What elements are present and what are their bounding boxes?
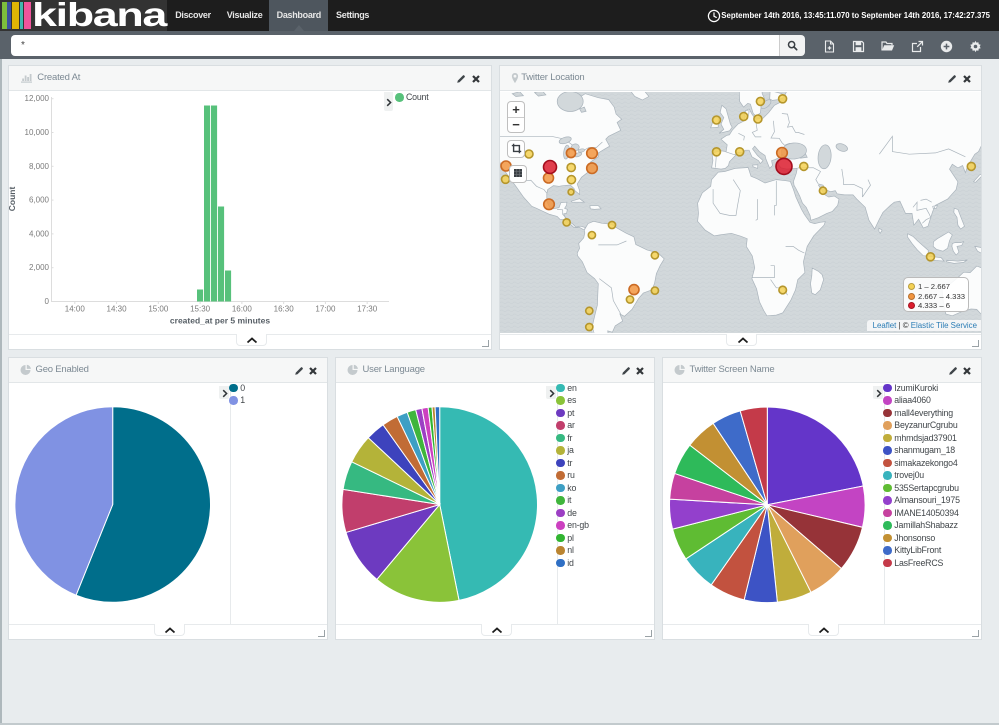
svg-text:2,000: 2,000 bbox=[29, 263, 50, 272]
svg-text:16:00: 16:00 bbox=[232, 305, 253, 314]
svg-text:0: 0 bbox=[45, 297, 50, 306]
svg-text:15:30: 15:30 bbox=[190, 305, 211, 314]
svg-text:created_at per 5 minutes: created_at per 5 minutes bbox=[170, 316, 270, 326]
svg-text:17:30: 17:30 bbox=[357, 305, 378, 314]
svg-text:Count: Count bbox=[9, 187, 17, 212]
svg-text:4,000: 4,000 bbox=[29, 229, 50, 238]
svg-text:17:00: 17:00 bbox=[315, 305, 336, 314]
svg-text:8,000: 8,000 bbox=[29, 162, 50, 171]
svg-text:14:00: 14:00 bbox=[65, 305, 86, 314]
svg-text:10,000: 10,000 bbox=[25, 128, 50, 137]
svg-text:12,000: 12,000 bbox=[25, 94, 50, 103]
svg-text:16:30: 16:30 bbox=[274, 305, 295, 314]
svg-text:14:30: 14:30 bbox=[107, 305, 128, 314]
svg-text:6,000: 6,000 bbox=[29, 196, 50, 205]
svg-text:15:00: 15:00 bbox=[148, 305, 169, 314]
